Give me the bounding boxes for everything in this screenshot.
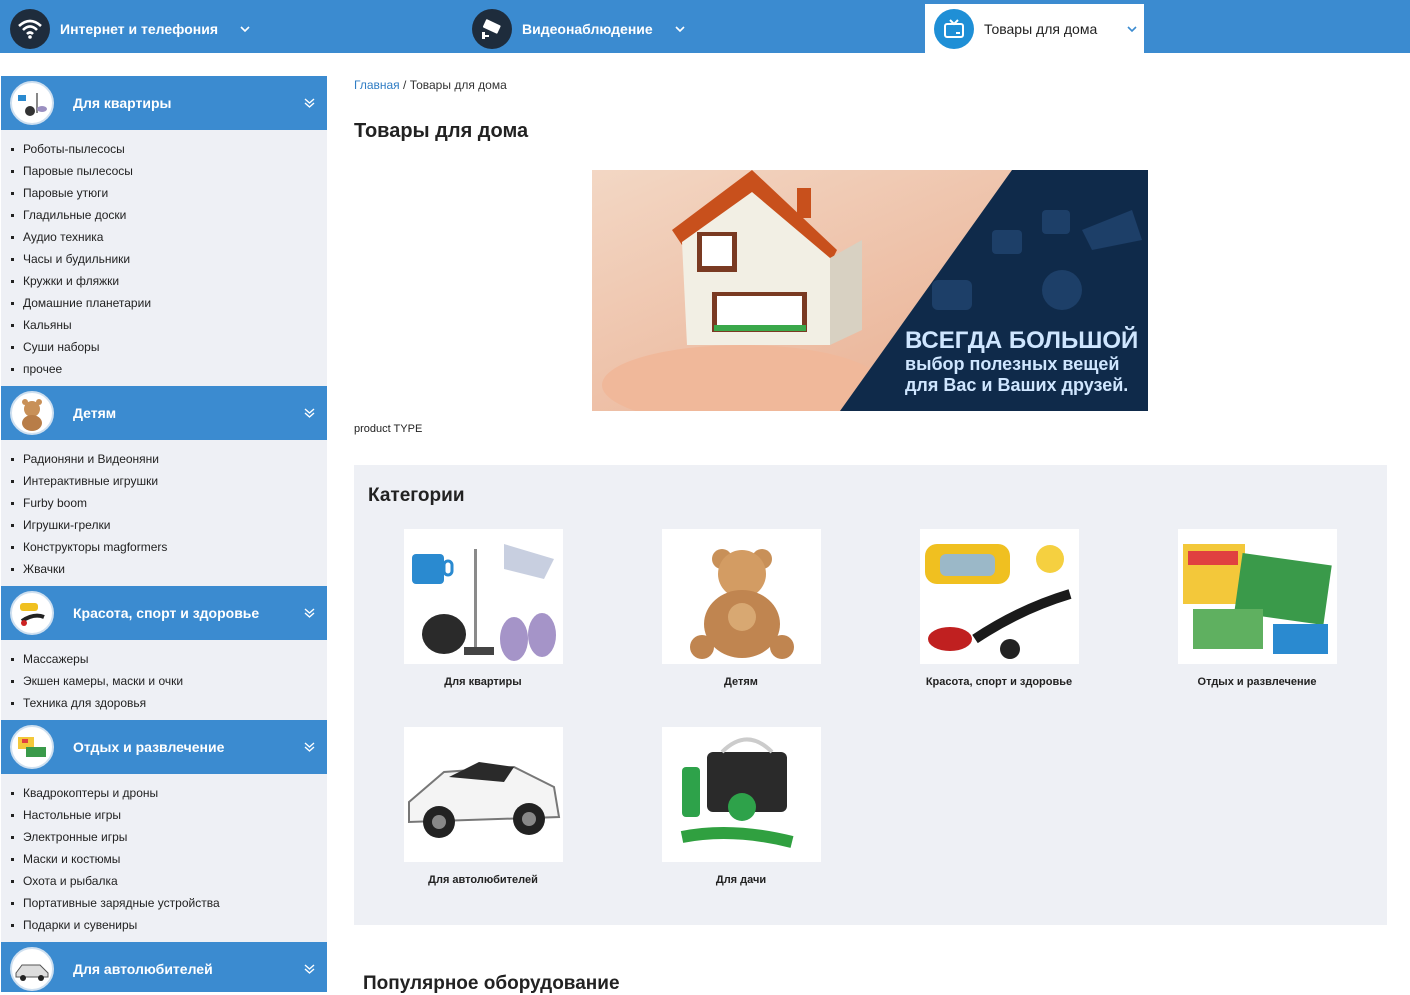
sidebar-list-leisure: Квадрокоптеры и дроны Настольные игры Эл… xyxy=(1,774,327,942)
sidebar-link[interactable]: Конструкторы magformers xyxy=(9,536,327,558)
category-image xyxy=(403,529,563,664)
sidebar-link[interactable]: Охота и рыбалка xyxy=(9,870,327,892)
sidebar-link[interactable]: Аудио техника xyxy=(9,226,327,248)
sidebar-link[interactable]: Паровые утюги xyxy=(9,182,327,204)
category-card-beauty-sport[interactable]: Красота, спорт и здоровье xyxy=(899,529,1099,688)
sidebar-section-kids[interactable]: Детям xyxy=(1,386,327,440)
nav-label: Видеонаблюдение xyxy=(522,20,653,37)
sidebar-link[interactable]: Квадрокоптеры и дроны xyxy=(9,782,327,804)
sidebar-section-leisure[interactable]: Отдых и развлечение xyxy=(1,720,327,774)
category-sidebar: Для квартиры Роботы-пылесосы Паровые пыл… xyxy=(1,76,327,992)
beauty-thumbnail xyxy=(10,591,54,635)
chevron-down-icon xyxy=(1127,25,1137,32)
category-image xyxy=(661,727,821,862)
category-label[interactable]: Для дачи xyxy=(641,874,841,886)
sidebar-link[interactable]: Интерактивные игрушки xyxy=(9,470,327,492)
breadcrumb-separator: / xyxy=(399,78,410,92)
category-label[interactable]: Красота, спорт и здоровье xyxy=(899,676,1099,688)
sidebar-link[interactable]: Массажеры xyxy=(9,648,327,670)
sidebar-section-title: Отдых и развлечение xyxy=(73,739,225,755)
sidebar-link[interactable]: Игрушки-грелки xyxy=(9,514,327,536)
product-type-label: product TYPE xyxy=(354,423,423,435)
chevron-down-icon xyxy=(304,408,315,418)
category-card-apartment[interactable]: Для квартиры xyxy=(383,529,583,688)
category-card-leisure[interactable]: Отдых и развлечение xyxy=(1157,529,1357,688)
sidebar-link[interactable]: Домашние планетарии xyxy=(9,292,327,314)
sidebar-link[interactable]: Кальяны xyxy=(9,314,327,336)
board-game-thumbnail xyxy=(10,725,54,769)
sidebar-section-title: Для автолюбителей xyxy=(73,961,213,977)
top-navigation: Интернет и телефония Видеонаблюдение Тов… xyxy=(0,0,1410,53)
categories-panel: Категории Для квартиры Детям Красота, сп… xyxy=(354,465,1387,925)
category-card-motorists[interactable]: Для автолюбителей xyxy=(383,727,583,886)
sidebar-link[interactable]: Роботы-пылесосы xyxy=(9,138,327,160)
chevron-down-icon xyxy=(675,25,685,32)
sidebar-section-title: Красота, спорт и здоровье xyxy=(73,605,260,621)
car-thumbnail xyxy=(10,947,54,991)
sidebar-section-title: Детям xyxy=(73,405,117,421)
sidebar-link[interactable]: Подарки и сувениры xyxy=(9,914,327,936)
category-label[interactable]: Детям xyxy=(641,676,841,688)
chevron-down-icon xyxy=(240,25,250,32)
banner-image: ВСЕГДА БОЛЬШОЙ выбор полезных вещей для … xyxy=(592,170,1148,411)
sidebar-link[interactable]: Техника для здоровья xyxy=(9,692,327,714)
sidebar-section-motorists[interactable]: Для автолюбителей xyxy=(1,942,327,992)
nav-home-goods[interactable]: Товары для дома xyxy=(925,4,1144,53)
sidebar-link[interactable]: Маски и костюмы xyxy=(9,848,327,870)
categories-title: Категории xyxy=(368,485,465,506)
sidebar-link[interactable]: прочее xyxy=(9,358,327,380)
sidebar-link[interactable]: Furby boom xyxy=(9,492,327,514)
sidebar-section-title: Для квартиры xyxy=(73,95,172,111)
sidebar-link[interactable]: Паровые пылесосы xyxy=(9,160,327,182)
sidebar-link[interactable]: Суши наборы xyxy=(9,336,327,358)
nav-label: Интернет и телефония xyxy=(60,20,218,37)
sidebar-link[interactable]: Портативные зарядные устройства xyxy=(9,892,327,914)
category-image xyxy=(661,529,821,664)
main-content: Главная / Товары для дома Товары для дом… xyxy=(354,76,1388,994)
breadcrumb: Главная / Товары для дома xyxy=(354,78,1388,92)
nav-label: Товары для дома xyxy=(984,20,1098,37)
breadcrumb-home-link[interactable]: Главная xyxy=(354,78,400,92)
sidebar-link[interactable]: Кружки и фляжки xyxy=(9,270,327,292)
banner-line-1: ВСЕГДА БОЛЬШОЙ xyxy=(905,326,1138,354)
sidebar-link[interactable]: Жвачки xyxy=(9,558,327,580)
chevron-down-icon xyxy=(304,742,315,752)
sidebar-list-beauty-sport: Массажеры Экшен камеры, маски и очки Тех… xyxy=(1,640,327,720)
breadcrumb-current: Товары для дома xyxy=(409,78,507,92)
category-image xyxy=(1177,529,1337,664)
category-image xyxy=(919,529,1079,664)
nav-video-surveillance[interactable]: Видеонаблюдение xyxy=(472,4,685,53)
sidebar-link[interactable]: Часы и будильники xyxy=(9,248,327,270)
banner-line-3: для Вас и Ваших друзей. xyxy=(905,375,1128,395)
wifi-icon xyxy=(10,8,50,49)
cctv-camera-icon xyxy=(472,8,512,49)
banner-line-2: выбор полезных вещей xyxy=(905,354,1119,374)
chevron-down-icon xyxy=(304,964,315,974)
category-card-garden[interactable]: Для дачи xyxy=(641,727,841,886)
tv-icon xyxy=(934,8,974,49)
category-label[interactable]: Для квартиры xyxy=(383,676,583,688)
sidebar-list-kids: Радионяни и Видеоняни Интерактивные игру… xyxy=(1,440,327,586)
sidebar-link[interactable]: Настольные игры xyxy=(9,804,327,826)
category-label[interactable]: Для автолюбителей xyxy=(383,874,583,886)
sidebar-section-beauty-sport[interactable]: Красота, спорт и здоровье xyxy=(1,586,327,640)
category-label[interactable]: Отдых и развлечение xyxy=(1157,676,1357,688)
sidebar-link[interactable]: Экшен камеры, маски и очки xyxy=(9,670,327,692)
chevron-down-icon xyxy=(304,608,315,618)
page-title: Товары для дома xyxy=(354,120,529,142)
sidebar-link[interactable]: Гладильные доски xyxy=(9,204,327,226)
category-card-kids[interactable]: Детям xyxy=(641,529,841,688)
category-image xyxy=(403,727,563,862)
sidebar-link[interactable]: Радионяни и Видеоняни xyxy=(9,448,327,470)
chevron-down-icon xyxy=(304,98,315,108)
apartment-thumbnail xyxy=(10,81,54,125)
nav-internet-telephony[interactable]: Интернет и телефония xyxy=(10,4,250,53)
promo-banner[interactable]: ВСЕГДА БОЛЬШОЙ выбор полезных вещей для … xyxy=(592,170,1148,411)
teddy-bear-thumbnail xyxy=(10,391,54,435)
sidebar-link[interactable]: Электронные игры xyxy=(9,826,327,848)
sidebar-list-apartment: Роботы-пылесосы Паровые пылесосы Паровые… xyxy=(1,130,327,386)
sidebar-section-apartment[interactable]: Для квартиры xyxy=(1,76,327,130)
